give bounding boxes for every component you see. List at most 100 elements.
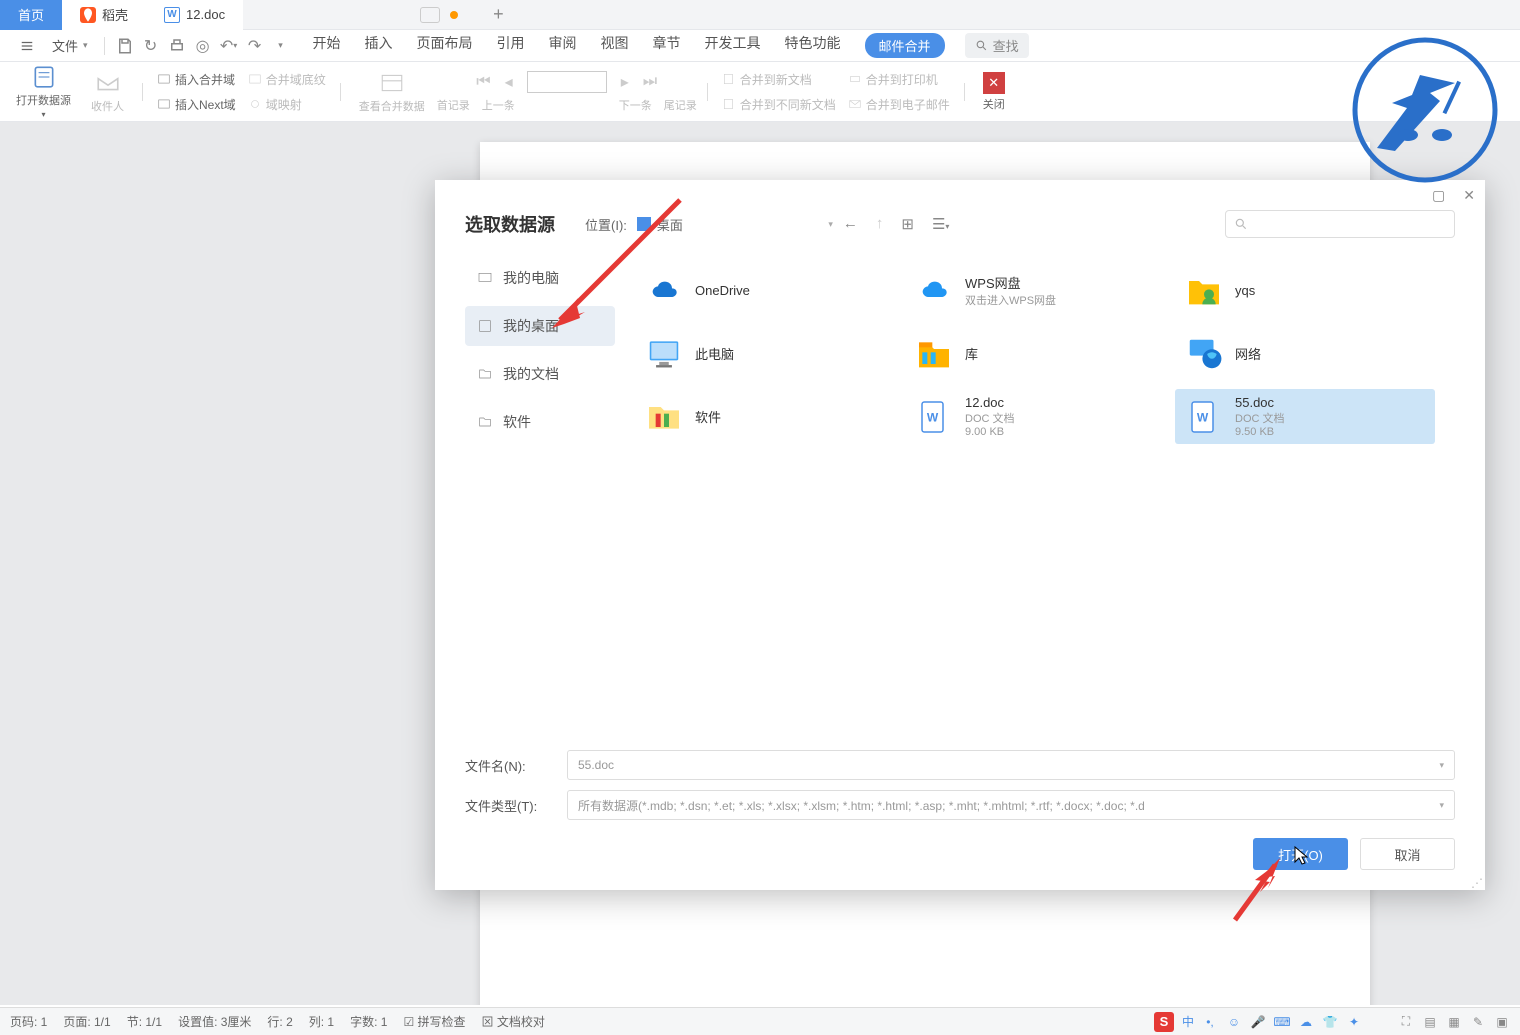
file-sub: 双击进入WPS网盘: [965, 292, 1056, 308]
ime-indicator-icon[interactable]: S: [1154, 1012, 1174, 1032]
recipients-button: 收件人: [83, 70, 132, 114]
file-user-yqs[interactable]: yqs: [1175, 263, 1435, 318]
file-name: 库: [965, 344, 978, 363]
refresh-icon[interactable]: ↻: [142, 37, 160, 55]
merge-shading-label: 合并域底纹: [266, 71, 326, 88]
close-mailmerge-button[interactable]: ✕ 关闭: [975, 72, 1013, 112]
new-tab-button[interactable]: +: [473, 4, 524, 25]
wps-cloud-icon: [913, 270, 955, 312]
preview-icon[interactable]: ◎: [194, 37, 212, 55]
ime-lang[interactable]: 中: [1182, 1013, 1194, 1030]
redo-icon[interactable]: ↷: [246, 37, 264, 55]
sidebar-label: 我的桌面: [503, 316, 559, 336]
merge-shading-button: 合并域底纹: [244, 69, 330, 90]
nav-up-icon[interactable]: ↑: [876, 215, 884, 233]
status-page[interactable]: 页面: 1/1: [63, 1013, 110, 1030]
rtab-view[interactable]: 视图: [601, 33, 629, 58]
insert-merge-field-button[interactable]: 插入合并域: [153, 69, 240, 90]
tab-document[interactable]: W 12.doc: [146, 0, 243, 30]
view-fullscreen-icon[interactable]: ⛶: [1398, 1014, 1414, 1030]
pc-icon: [643, 333, 685, 375]
resize-handle-icon[interactable]: ⋰: [1471, 876, 1483, 888]
ime-emoji-icon[interactable]: ☺: [1226, 1014, 1242, 1030]
hamburger-menu[interactable]: [12, 36, 42, 56]
print-icon[interactable]: [168, 37, 186, 55]
file-software-folder[interactable]: 软件: [635, 389, 895, 444]
filetype-dropdown[interactable]: 所有数据源(*.mdb; *.dsn; *.et; *.xls; *.xlsx;…: [567, 790, 1455, 820]
sidebar-my-desktop[interactable]: 我的桌面: [465, 306, 615, 346]
tab-docke[interactable]: 稻壳: [62, 0, 146, 30]
rtab-reference[interactable]: 引用: [497, 33, 525, 58]
dialog-close-icon[interactable]: ✕: [1463, 187, 1475, 204]
file-sub: DOC 文档: [965, 410, 1015, 426]
file-network[interactable]: 网络: [1175, 326, 1435, 381]
status-pagenum[interactable]: 页码: 1: [10, 1013, 47, 1030]
notification-dot-icon[interactable]: [450, 11, 458, 19]
rtab-dev[interactable]: 开发工具: [705, 33, 761, 58]
view-options-icon[interactable]: ☰▾: [932, 215, 949, 233]
file-55-doc[interactable]: W 55.docDOC 文档9.50 KB: [1175, 389, 1435, 444]
search-icon: [1234, 217, 1248, 231]
ime-tool-icon[interactable]: ✦: [1346, 1014, 1362, 1030]
status-setting[interactable]: 设置值: 3厘米: [178, 1013, 251, 1030]
view-web-icon[interactable]: ✎: [1470, 1014, 1486, 1030]
ime-mic-icon[interactable]: 🎤: [1250, 1014, 1266, 1030]
file-library[interactable]: 库: [905, 326, 1165, 381]
sidebar-my-documents[interactable]: 我的文档: [465, 354, 615, 394]
merge-to-email-button: 合并到电子邮件: [844, 94, 954, 115]
status-section[interactable]: 节: 1/1: [127, 1013, 162, 1030]
rtab-mailmerge[interactable]: 邮件合并: [865, 33, 945, 58]
insert-next-field-button[interactable]: 插入Next域: [153, 94, 240, 115]
status-row[interactable]: 行: 2: [267, 1013, 292, 1030]
field-map-button: 域映射: [244, 94, 330, 115]
dialog-maximize-icon[interactable]: ▢: [1432, 187, 1445, 204]
filename-input[interactable]: 55.doc▾: [567, 750, 1455, 780]
merge-to-diff-button: 合并到不同新文档: [718, 94, 840, 115]
ime-keyboard-icon[interactable]: ⌨: [1274, 1014, 1290, 1030]
ime-skin-icon[interactable]: 👕: [1322, 1014, 1338, 1030]
file-12-doc[interactable]: W 12.docDOC 文档9.00 KB: [905, 389, 1165, 444]
file-menu[interactable]: 文件▾: [44, 33, 96, 58]
rtab-feature[interactable]: 特色功能: [785, 33, 841, 58]
view-outline-icon[interactable]: ▦: [1446, 1014, 1462, 1030]
new-folder-icon[interactable]: ⊞: [901, 215, 914, 233]
merge-diff-label: 合并到不同新文档: [740, 96, 836, 113]
file-onedrive[interactable]: OneDrive: [635, 263, 895, 318]
dialog-search-input[interactable]: [1225, 210, 1455, 238]
file-this-pc[interactable]: 此电脑: [635, 326, 895, 381]
file-name: 55.doc: [1235, 395, 1285, 410]
save-icon[interactable]: [116, 37, 134, 55]
status-spellcheck[interactable]: ☑ 拼写检查: [403, 1013, 465, 1030]
open-datasource-label: 打开数据源: [16, 92, 71, 108]
file-wps-cloud[interactable]: WPS网盘双击进入WPS网盘: [905, 263, 1165, 318]
sidebar-my-computer[interactable]: 我的电脑: [465, 258, 615, 298]
rtab-start[interactable]: 开始: [313, 33, 341, 58]
tab-home[interactable]: 首页: [0, 0, 62, 30]
nav-back-icon[interactable]: ←: [843, 215, 858, 233]
search-box[interactable]: 查找: [965, 33, 1029, 58]
close-icon: ✕: [983, 72, 1005, 94]
rtab-chapter[interactable]: 章节: [653, 33, 681, 58]
rtab-insert[interactable]: 插入: [365, 33, 393, 58]
status-proofread[interactable]: ⊠ 文档校对: [482, 1013, 545, 1030]
location-dropdown[interactable]: 桌面 ▾: [635, 213, 835, 236]
open-button[interactable]: 打开(O): [1253, 838, 1348, 870]
merge-new-label: 合并到新文档: [740, 71, 812, 88]
window-pill-icon[interactable]: [420, 7, 440, 23]
ime-punct-icon[interactable]: •,: [1202, 1014, 1218, 1030]
rtab-layout[interactable]: 页面布局: [417, 33, 473, 58]
status-col[interactable]: 列: 1: [309, 1013, 334, 1030]
open-datasource-button[interactable]: 打开数据源▾: [8, 64, 79, 119]
view-print-icon[interactable]: ▤: [1422, 1014, 1438, 1030]
tab-document-label: 12.doc: [186, 7, 225, 22]
select-datasource-dialog: ▢ ✕ 选取数据源 位置(I): 桌面 ▾ ← ↑ ⊞ ☰▾: [435, 180, 1485, 890]
undo-icon[interactable]: ↶▾: [220, 37, 238, 55]
ime-cloud-icon[interactable]: ☁: [1298, 1014, 1314, 1030]
rtab-review[interactable]: 审阅: [549, 33, 577, 58]
cancel-button[interactable]: 取消: [1360, 838, 1455, 870]
file-sub: DOC 文档: [1235, 410, 1285, 426]
view-read-icon[interactable]: ▣: [1494, 1014, 1510, 1030]
status-chars[interactable]: 字数: 1: [350, 1013, 387, 1030]
sidebar-software[interactable]: 软件: [465, 402, 615, 442]
more-qa-icon[interactable]: ▾: [272, 37, 290, 55]
